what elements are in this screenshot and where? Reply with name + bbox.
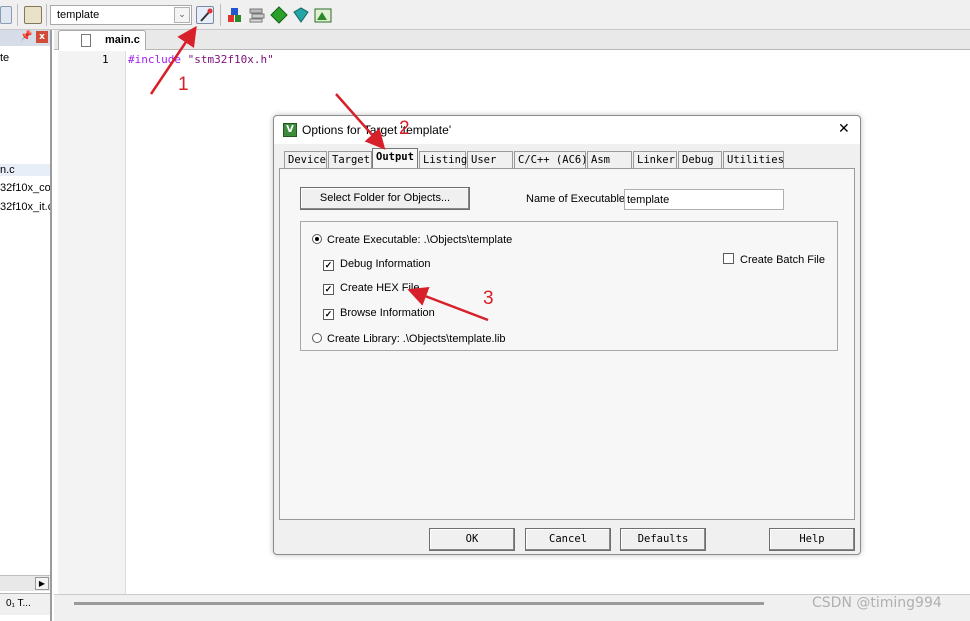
create-library-label: Create Library: .\Objects\template.lib [327, 333, 506, 345]
target-select[interactable]: template ⌄ [50, 5, 192, 25]
browse-information-option[interactable]: ✓ Browse Information [323, 307, 435, 320]
tab-asm[interactable]: Asm [587, 151, 632, 168]
line-number: 1 [102, 53, 109, 66]
dialog-title: Options for Target 'template' [302, 123, 452, 137]
create-batch-file-checkbox[interactable] [723, 253, 734, 264]
annotation-number-2: 2 [399, 118, 410, 139]
help-button[interactable]: Help [769, 528, 855, 551]
pin-icon[interactable]: 📌 [20, 31, 32, 42]
toolbar-separator [46, 4, 47, 26]
create-executable-label: Create Executable: .\Objects\template [327, 234, 513, 246]
editor-tab-bar: main.c [54, 30, 970, 50]
create-hex-checkbox[interactable]: ✓ [323, 284, 334, 295]
tree-item-stm32f10x-it[interactable]: 32f10x_it.c [0, 201, 50, 213]
line-number-gutter [58, 51, 126, 594]
options-for-target-icon[interactable] [196, 6, 214, 24]
tab-utilities[interactable]: Utilities [723, 151, 784, 168]
create-hex-label: Create HEX File [340, 282, 420, 294]
create-executable-option[interactable]: Create Executable: .\Objects\template [312, 234, 512, 246]
options-dialog: V Options for Target 'template' ✕ Device… [273, 115, 861, 555]
create-hex-option[interactable]: ✓ Create HEX File [323, 282, 419, 295]
select-folder-button[interactable]: Select Folder for Objects... [300, 187, 470, 210]
load-download-icon[interactable] [24, 6, 42, 24]
toolbar-separator [17, 4, 18, 26]
annotation-number-3: 3 [483, 288, 494, 309]
ok-button[interactable]: OK [429, 528, 515, 551]
defaults-button[interactable]: Defaults [620, 528, 706, 551]
project-panel-header: 📌 x [0, 30, 50, 46]
close-icon[interactable]: ✕ [838, 121, 850, 137]
tree-item-main-c[interactable]: n.c [0, 164, 50, 176]
editor-tab-label: main.c [105, 34, 140, 46]
create-library-radio[interactable] [312, 333, 322, 343]
browse-information-checkbox[interactable]: ✓ [323, 309, 334, 320]
chevron-down-icon[interactable]: ⌄ [174, 7, 190, 23]
create-library-option[interactable]: Create Library: .\Objects\template.lib [312, 333, 506, 345]
browse-information-label: Browse Information [340, 307, 435, 319]
tab-device[interactable]: Device [284, 151, 327, 168]
tree-item-template[interactable]: te [0, 52, 50, 64]
software-packs-icon[interactable] [314, 6, 332, 24]
annotation-number-1: 1 [178, 74, 189, 95]
project-panel-scrollbar[interactable]: ▶ [0, 575, 50, 591]
debug-information-label: Debug Information [340, 258, 431, 270]
close-icon[interactable]: x [36, 31, 48, 43]
code-keyword: #include [128, 53, 181, 66]
tab-linker[interactable]: Linker [633, 151, 677, 168]
code-line[interactable]: #include "stm32f10x.h" [128, 53, 274, 66]
rebuild-icon[interactable] [0, 6, 12, 24]
tab-c-cpp-ac6[interactable]: C/C++ (AC6) [514, 151, 588, 168]
create-executable-radio[interactable] [312, 234, 322, 244]
tab-output[interactable]: Output [372, 148, 418, 169]
select-packs-icon[interactable] [292, 6, 310, 24]
dialog-title-bar[interactable]: V Options for Target 'template' ✕ [274, 116, 860, 144]
tab-debug[interactable]: Debug [678, 151, 722, 168]
watermark: CSDN @timing994 [812, 595, 942, 611]
file-extensions-icon[interactable] [248, 6, 266, 24]
output-tab-page: Select Folder for Objects... Name of Exe… [279, 168, 855, 520]
code-string: "stm32f10x.h" [180, 53, 274, 66]
scroll-right-icon[interactable]: ▶ [35, 577, 49, 590]
debug-information-option[interactable]: ✓ Debug Information [323, 258, 431, 271]
tab-listing[interactable]: Listing [419, 151, 467, 168]
tree-item-stm32f10x-conf[interactable]: 32f10x_cor [0, 182, 50, 194]
project-panel-tab[interactable]: 0₁ T... [0, 593, 50, 615]
create-batch-file-label: Create Batch File [740, 254, 825, 266]
project-panel: 📌 x te n.c 32f10x_cor 32f10x_it.c ▶ 0₁ T… [0, 30, 52, 621]
name-of-executable-label: Name of Executable: [526, 193, 629, 205]
tab-user[interactable]: User [467, 151, 513, 168]
editor-tab-main-c[interactable]: main.c [58, 30, 146, 50]
editor-horizontal-scrollbar[interactable] [74, 602, 764, 605]
debug-information-checkbox[interactable]: ✓ [323, 260, 334, 271]
toolbar: template ⌄ [0, 0, 970, 30]
file-icon [81, 34, 91, 47]
toolbar-separator [220, 4, 221, 26]
output-options-group: Create Executable: .\Objects\template ✓ D… [300, 221, 838, 351]
name-of-executable-input[interactable] [624, 189, 784, 210]
create-batch-file-option[interactable]: Create Batch File [723, 253, 825, 266]
keil-logo-icon: V [283, 123, 297, 137]
cancel-button[interactable]: Cancel [525, 528, 611, 551]
target-select-value: template [57, 9, 100, 21]
manage-components-icon[interactable] [226, 6, 244, 24]
tab-target[interactable]: Target [328, 151, 372, 168]
pack-installer-icon[interactable] [270, 6, 288, 24]
